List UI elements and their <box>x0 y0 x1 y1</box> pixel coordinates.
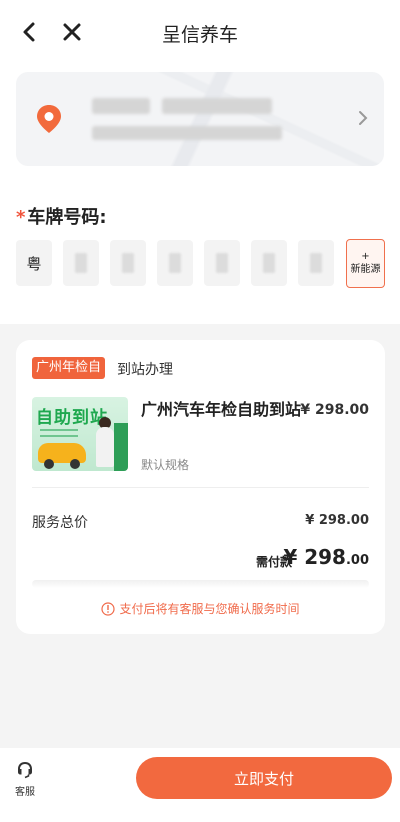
product-price: ¥ 298.00 <box>300 402 369 418</box>
divider <box>32 487 369 488</box>
separator-shadow <box>32 580 369 588</box>
thumbnail-text-line <box>40 429 78 431</box>
bottom-bar: 客服 立即支付 <box>0 748 400 822</box>
plate-char-7[interactable] <box>298 240 334 286</box>
address-card[interactable] <box>16 72 384 166</box>
blurred-plate-char <box>169 253 181 273</box>
city-tag: 广州年检自 <box>32 357 106 379</box>
amount-due-value: ¥ 298.00 <box>283 545 369 569</box>
payment-note-text: 支付后将有客服与您确认服务时间 <box>119 602 300 616</box>
amount-due-decimal: .00 <box>345 553 369 568</box>
service-mode: 到站办理 <box>117 362 173 378</box>
plate-number-label: * 车牌号码: <box>16 203 107 229</box>
car-wheel <box>44 459 54 469</box>
blurred-plate-char <box>122 253 134 273</box>
plate-char-1[interactable]: 粤 <box>16 240 52 286</box>
customer-service-button[interactable]: 客服 <box>12 760 38 798</box>
headset-icon <box>18 762 32 779</box>
info-icon <box>101 602 116 616</box>
location-pin-icon <box>37 105 61 133</box>
order-card: 广州年检自 到站办理 自助到站 广州汽车年检自助到站 默认规格 ¥ 298.00… <box>16 340 385 634</box>
amount-due-main: ¥ 298 <box>283 545 346 569</box>
blurred-plate-char <box>216 253 228 273</box>
plate-char-6[interactable] <box>251 240 287 286</box>
pay-now-button[interactable]: 立即支付 <box>136 757 392 799</box>
plate-char-5[interactable] <box>204 240 240 286</box>
thumbnail-text-line <box>40 435 78 437</box>
nav-bar: 呈信养车 <box>0 0 400 64</box>
booth-illustration <box>114 423 128 471</box>
new-energy-label: 新能源 <box>350 264 381 275</box>
total-label: 服务总价 <box>32 515 88 531</box>
plate-char-2[interactable] <box>63 240 99 286</box>
required-mark: * <box>16 207 26 228</box>
person-illustration <box>96 427 114 467</box>
product-name: 广州汽车年检自助到站 <box>141 400 302 419</box>
thumbnail-title: 自助到站 <box>36 408 108 428</box>
product-spec: 默认规格 <box>141 458 190 472</box>
plate-char-3[interactable] <box>110 240 146 286</box>
blurred-plate-char <box>75 253 87 273</box>
customer-service-label: 客服 <box>15 787 35 798</box>
chevron-right-icon <box>359 111 368 125</box>
payment-note: 支付后将有客服与您确认服务时间 <box>16 600 385 617</box>
blurred-plate-char <box>310 253 322 273</box>
blurred-contact-phone <box>162 98 272 114</box>
blurred-plate-char <box>263 253 275 273</box>
page-title: 呈信养车 <box>161 24 238 46</box>
blurred-contact-name <box>92 98 150 114</box>
plus-sign: + <box>361 251 370 262</box>
plate-province: 粤 <box>26 254 42 273</box>
blurred-address <box>92 126 282 140</box>
product-thumbnail: 自助到站 <box>32 397 128 471</box>
new-energy-plate-button[interactable]: + 新能源 <box>346 239 385 288</box>
plate-label-text: 车牌号码: <box>27 207 107 228</box>
total-value: ¥ 298.00 <box>305 513 369 528</box>
plate-char-4[interactable] <box>157 240 193 286</box>
car-wheel <box>70 459 80 469</box>
